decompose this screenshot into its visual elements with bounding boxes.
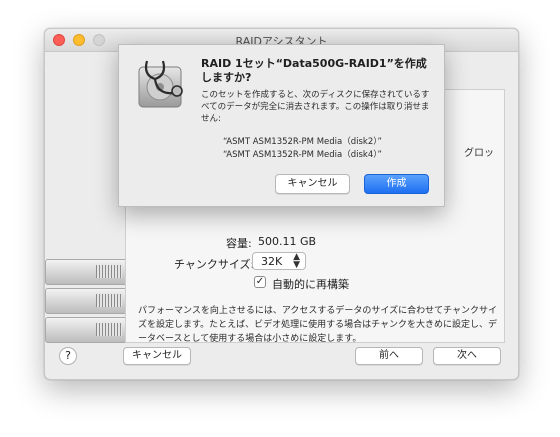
auto-rebuild-checkbox[interactable]: ✓ [254, 276, 266, 288]
capacity-value: 500.11 GB [258, 235, 317, 248]
dialog-title: RAID 1セット“Data500G-RAID1”を作成しますか? [201, 57, 427, 84]
drive-stack-illustration [45, 259, 129, 343]
disk-utility-icon [138, 60, 183, 108]
drive-illustration [45, 317, 129, 343]
checkmark-icon: ✓ [255, 276, 265, 287]
disk-list-item: “ASMT ASM1352R-PM Media（disk2）” [223, 137, 382, 147]
chevron-updown-icon: ▲ ▼ [293, 252, 300, 270]
capacity-label: 容量: [226, 237, 252, 250]
chunk-size-label: チャンクサイズ: [174, 258, 255, 271]
confirm-create-sheet: RAID 1セット“Data500G-RAID1”を作成しますか? このセットを… [118, 44, 445, 207]
chunk-size-value: 32K [261, 255, 283, 268]
dialog-cancel-button[interactable]: キャンセル [275, 174, 350, 194]
chunk-size-select[interactable]: 32K ▲ ▼ [252, 252, 306, 270]
cancel-button[interactable]: キャンセル [123, 347, 191, 365]
obscured-text: グロッ [464, 148, 494, 159]
help-button[interactable]: ? [59, 347, 77, 365]
next-button[interactable]: 次へ [433, 347, 501, 365]
disk-list-item: “ASMT ASM1352R-PM Media（disk4）” [223, 150, 382, 160]
auto-rebuild-label: 自動的に再構築 [272, 278, 349, 291]
drive-illustration [45, 259, 129, 285]
drive-illustration [45, 288, 129, 314]
dialog-create-button[interactable]: 作成 [364, 174, 429, 194]
chunk-size-description: パフォーマンスを向上させるには、アクセスするデータのサイズに合わせてチャンクサイ… [138, 306, 498, 344]
dialog-message: このセットを作成すると、次のディスクに保存されているすべてのデータが完全に消去さ… [201, 90, 430, 124]
back-button[interactable]: 前へ [355, 347, 423, 365]
